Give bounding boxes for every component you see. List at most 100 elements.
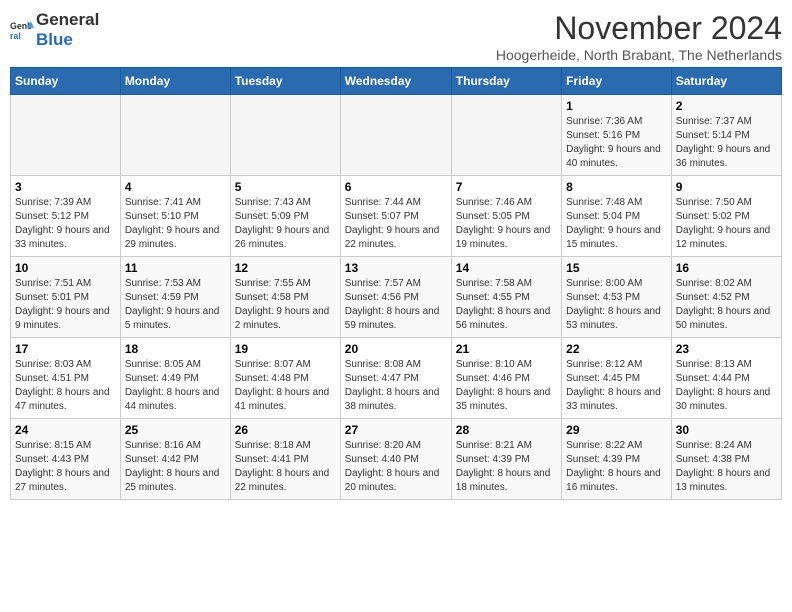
day-info: Sunrise: 8:13 AM Sunset: 4:44 PM Dayligh… [676,358,777,414]
day-header-tuesday: Tuesday [230,68,340,95]
day-number: 13 [345,261,447,275]
calendar-cell: 8 Sunrise: 7:48 AM Sunset: 5:04 PM Daylig… [562,176,672,257]
day-info: Sunrise: 8:24 AM Sunset: 4:38 PM Dayligh… [676,439,777,495]
calendar-cell: 6Sunrise: 7:44 AM Sunset: 5:07 PM Daylig… [340,176,451,257]
day-number: 10 [15,261,116,275]
calendar-cell: 18 Sunrise: 8:05 AM Sunset: 4:49 PM Dayli… [120,338,230,419]
day-number: 18 [125,342,226,356]
calendar-cell: 3 Sunrise: 7:39 AM Sunset: 5:12 PM Daylig… [11,176,121,257]
day-header-friday: Friday [562,68,672,95]
calendar-cell [451,95,561,176]
calendar-cell: 2 Sunrise: 7:37 AM Sunset: 5:14 PM Daylig… [671,95,781,176]
calendar-cell: 5 Sunrise: 7:43 AM Sunset: 5:09 PM Daylig… [230,176,340,257]
day-info: Sunrise: 8:21 AM Sunset: 4:39 PM Dayligh… [456,439,557,495]
calendar-cell [120,95,230,176]
calendar-cell: 29 Sunrise: 8:22 AM Sunset: 4:39 PM Dayli… [562,419,672,500]
day-info: Sunrise: 7:55 AM Sunset: 4:58 PM Dayligh… [235,277,336,333]
day-number: 5 [235,180,336,194]
day-info: Sunrise: 8:00 AM Sunset: 4:53 PM Dayligh… [566,277,667,333]
day-info: Sunrise: 8:08 AM Sunset: 4:47 PM Dayligh… [345,358,447,414]
day-number: 17 [15,342,116,356]
month-title: November 2024 [496,10,782,47]
calendar-cell: 23 Sunrise: 8:13 AM Sunset: 4:44 PM Dayli… [671,338,781,419]
calendar-cell [340,95,451,176]
calendar-cell: 21 Sunrise: 8:10 AM Sunset: 4:46 PM Dayli… [451,338,561,419]
day-number: 21 [456,342,557,356]
day-number: 15 [566,261,667,275]
calendar-cell [230,95,340,176]
day-info: Sunrise: 7:46 AM Sunset: 5:05 PM Dayligh… [456,196,557,252]
day-number: 22 [566,342,667,356]
day-info: Sunrise: 8:02 AM Sunset: 4:52 PM Dayligh… [676,277,777,333]
calendar: SundayMondayTuesdayWednesdayThursdayFrid… [10,67,782,500]
day-number: 30 [676,423,777,437]
day-info: Sunrise: 7:39 AM Sunset: 5:12 PM Dayligh… [15,196,116,252]
day-number: 8 [566,180,667,194]
day-info: Sunrise: 7:57 AM Sunset: 4:56 PM Dayligh… [345,277,447,333]
day-number: 24 [15,423,116,437]
day-info: Sunrise: 8:18 AM Sunset: 4:41 PM Dayligh… [235,439,336,495]
calendar-cell: 12 Sunrise: 7:55 AM Sunset: 4:58 PM Dayli… [230,257,340,338]
day-info: Sunrise: 8:20 AM Sunset: 4:40 PM Dayligh… [345,439,447,495]
day-info: Sunrise: 7:37 AM Sunset: 5:14 PM Dayligh… [676,115,777,171]
day-number: 9 [676,180,777,194]
day-info: Sunrise: 8:15 AM Sunset: 4:43 PM Dayligh… [15,439,116,495]
day-info: Sunrise: 8:16 AM Sunset: 4:42 PM Dayligh… [125,439,226,495]
day-number: 25 [125,423,226,437]
calendar-cell: 27 Sunrise: 8:20 AM Sunset: 4:40 PM Dayli… [340,419,451,500]
calendar-cell: 16 Sunrise: 8:02 AM Sunset: 4:52 PM Dayli… [671,257,781,338]
day-number: 19 [235,342,336,356]
day-info: Sunrise: 7:41 AM Sunset: 5:10 PM Dayligh… [125,196,226,252]
calendar-cell: 19 Sunrise: 8:07 AM Sunset: 4:48 PM Dayli… [230,338,340,419]
calendar-cell: 22 Sunrise: 8:12 AM Sunset: 4:45 PM Dayli… [562,338,672,419]
calendar-cell: 17Sunrise: 8:03 AM Sunset: 4:51 PM Dayli… [11,338,121,419]
logo: Gene ral General Blue [10,10,99,50]
day-info: Sunrise: 8:10 AM Sunset: 4:46 PM Dayligh… [456,358,557,414]
day-number: 27 [345,423,447,437]
day-info: Sunrise: 8:22 AM Sunset: 4:39 PM Dayligh… [566,439,667,495]
day-number: 7 [456,180,557,194]
calendar-cell: 25 Sunrise: 8:16 AM Sunset: 4:42 PM Dayli… [120,419,230,500]
calendar-cell: 28 Sunrise: 8:21 AM Sunset: 4:39 PM Dayli… [451,419,561,500]
day-number: 2 [676,99,777,113]
calendar-cell: 9Sunrise: 7:50 AM Sunset: 5:02 PM Daylig… [671,176,781,257]
day-info: Sunrise: 7:36 AM Sunset: 5:16 PM Dayligh… [566,115,667,171]
calendar-cell: 14 Sunrise: 7:58 AM Sunset: 4:55 PM Dayli… [451,257,561,338]
day-number: 1 [566,99,667,113]
day-number: 26 [235,423,336,437]
day-info: Sunrise: 7:48 AM Sunset: 5:04 PM Dayligh… [566,196,667,252]
day-header-wednesday: Wednesday [340,68,451,95]
calendar-cell: 24 Sunrise: 8:15 AM Sunset: 4:43 PM Dayli… [11,419,121,500]
day-number: 11 [125,261,226,275]
calendar-cell: 30 Sunrise: 8:24 AM Sunset: 4:38 PM Dayli… [671,419,781,500]
day-header-thursday: Thursday [451,68,561,95]
svg-text:ral: ral [10,31,21,41]
day-number: 23 [676,342,777,356]
calendar-cell: 7 Sunrise: 7:46 AM Sunset: 5:05 PM Daylig… [451,176,561,257]
day-number: 12 [235,261,336,275]
day-header-monday: Monday [120,68,230,95]
day-number: 20 [345,342,447,356]
day-header-sunday: Sunday [11,68,121,95]
calendar-cell: 15 Sunrise: 8:00 AM Sunset: 4:53 PM Dayli… [562,257,672,338]
calendar-cell: 26 Sunrise: 8:18 AM Sunset: 4:41 PM Dayli… [230,419,340,500]
day-info: Sunrise: 7:58 AM Sunset: 4:55 PM Dayligh… [456,277,557,333]
subtitle: Hoogerheide, North Brabant, The Netherla… [496,47,782,63]
day-info: Sunrise: 7:43 AM Sunset: 5:09 PM Dayligh… [235,196,336,252]
day-number: 3 [15,180,116,194]
day-info: Sunrise: 8:05 AM Sunset: 4:49 PM Dayligh… [125,358,226,414]
day-number: 16 [676,261,777,275]
day-number: 14 [456,261,557,275]
calendar-cell: 13 Sunrise: 7:57 AM Sunset: 4:56 PM Dayli… [340,257,451,338]
day-number: 29 [566,423,667,437]
calendar-cell: 10 Sunrise: 7:51 AM Sunset: 5:01 PM Dayli… [11,257,121,338]
day-info: Sunrise: 8:07 AM Sunset: 4:48 PM Dayligh… [235,358,336,414]
day-number: 28 [456,423,557,437]
logo-blue: Blue [36,30,73,49]
day-info: Sunrise: 7:53 AM Sunset: 4:59 PM Dayligh… [125,277,226,333]
day-number: 4 [125,180,226,194]
day-info: Sunrise: 8:12 AM Sunset: 4:45 PM Dayligh… [566,358,667,414]
calendar-cell [11,95,121,176]
day-header-saturday: Saturday [671,68,781,95]
day-info: Sunrise: 7:51 AM Sunset: 5:01 PM Dayligh… [15,277,116,333]
